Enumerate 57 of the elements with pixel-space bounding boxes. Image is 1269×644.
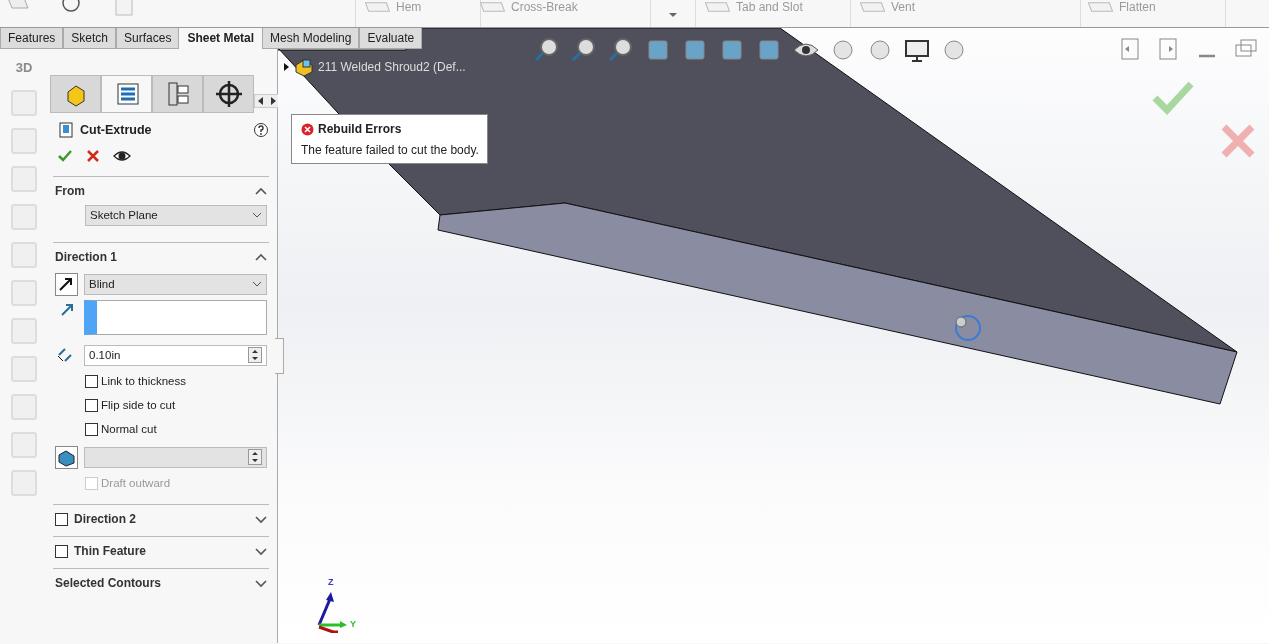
dropdown-arrow-icon[interactable] [668,12,678,18]
cut-extrude-icon [58,122,74,139]
ribbon-tab[interactable]: Mesh Modeling [262,28,360,49]
spinner-arrows-icon[interactable] [248,449,262,466]
section-title: Direction 1 [55,249,117,267]
section-title: Direction 2 [74,511,136,529]
panel-splitter-handle[interactable] [275,338,284,374]
collapse-chevron-icon[interactable] [255,253,267,262]
checkbox[interactable] [85,423,98,437]
zoom-to-fit-icon[interactable] [533,36,561,64]
checkbox-label: Flip side to cut [101,398,176,414]
toolbar-label: 3D [15,59,33,77]
expand-chevron-icon[interactable] [255,515,267,524]
section-title: From [55,183,85,201]
chevron-down-icon[interactable] [252,281,262,288]
ribbon-tab[interactable]: Evaluate [359,28,423,49]
tooltip-title: Rebuild Errors [318,121,402,138]
ribbon-tab[interactable]: Sketch [63,28,117,49]
zoom-area-icon[interactable] [570,36,598,64]
reverse-direction-icon[interactable] [55,272,78,296]
tooltip-message: The feature failed to cut the body. [301,142,479,159]
help-icon[interactable] [253,122,269,139]
checkbox[interactable] [55,544,68,558]
tree-item[interactable]: 211 Welded Shroud2 (Def... [318,58,466,76]
checkbox[interactable] [85,375,98,389]
ribbon-tab[interactable]: Surfaces [116,28,180,49]
expand-chevron-icon[interactable] [255,579,267,588]
panel-tab[interactable] [203,75,254,113]
cancel-icon[interactable] [85,147,101,164]
draft-icon[interactable] [55,445,78,469]
axis-label: Y [350,618,356,631]
spinner-arrows-icon[interactable] [248,347,262,364]
section-title: Thin Feature [74,543,146,561]
checkbox-label: Link to thickness [101,374,186,390]
rotate-cursor-icon [955,315,981,341]
restore-icon[interactable] [1235,38,1257,60]
chevron-down-icon[interactable] [252,212,262,219]
checkbox-label: Draft outward [101,476,171,492]
collapse-chevron-icon[interactable] [255,187,267,196]
axis-label: Z [328,576,334,589]
part-icon [294,57,314,77]
expand-chevron-icon[interactable] [255,547,267,556]
depth-spinner[interactable]: 0.10in [84,344,267,366]
dropdown[interactable]: Blind [84,273,267,295]
checkbox[interactable] [85,399,98,413]
ribbon-tab[interactable]: Features [0,28,64,49]
section-title: Selected Contours [55,575,162,593]
panel-tab[interactable] [101,75,152,113]
axis-triad-drawing [317,592,347,633]
checkbox-label: Normal cut [101,422,157,438]
crosshair-icon [214,80,243,108]
expand-arrow-icon[interactable] [283,62,290,72]
dropdown[interactable]: Sketch Plane [85,204,267,226]
selection-box[interactable] [84,299,267,335]
panel-title: Cut-Extrude [80,122,152,139]
checkbox[interactable] [55,512,68,526]
error-icon [301,122,314,136]
